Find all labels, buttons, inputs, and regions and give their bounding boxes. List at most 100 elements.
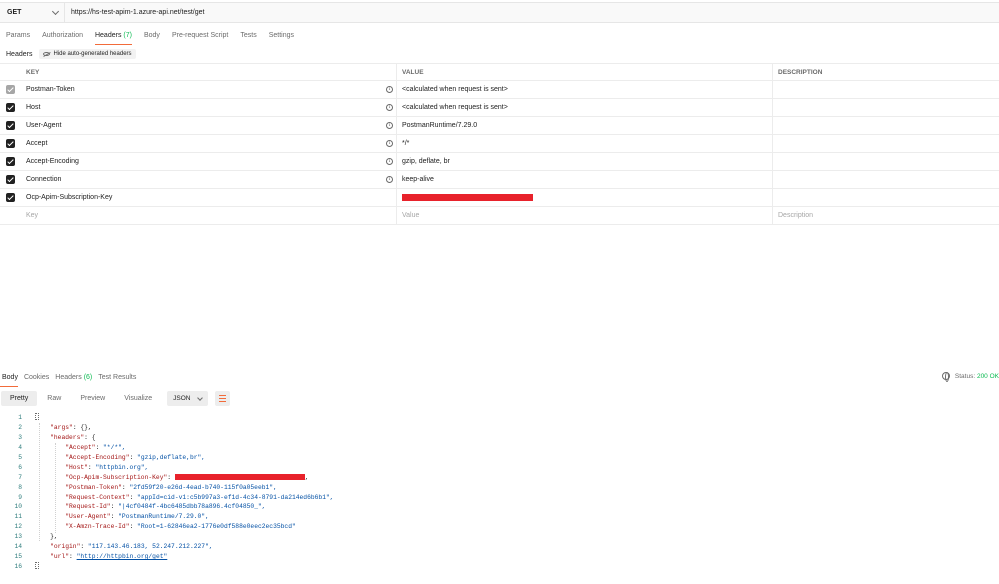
info-icon[interactable]: i — [386, 176, 393, 183]
response-tab-headers[interactable]: Headers (6) — [52, 370, 95, 385]
response-tab-body[interactable]: Body — [0, 370, 21, 387]
headers-table: KEY VALUE DESCRIPTION Postman-Token i <ca… — [0, 63, 999, 225]
value-cell[interactable]: keep-alive — [397, 171, 773, 188]
new-key-input[interactable]: Key — [21, 207, 397, 224]
hide-auto-headers-button[interactable]: Hide auto-generated headers — [39, 49, 136, 59]
value-cell[interactable]: <calculated when request is sent> — [397, 81, 773, 98]
value-text: gzip, deflate, br — [402, 158, 450, 165]
tab-authorization[interactable]: Authorization — [36, 29, 89, 43]
code-line: 11 "User-Agent": "PostmanRuntime/7.29.0"… — [0, 512, 999, 522]
key-text: User-Agent — [26, 122, 62, 129]
code-line: 6 "Host": "httpbin.org", — [0, 462, 999, 472]
value-cell[interactable]: <calculated when request is sent> — [397, 99, 773, 116]
row-checkbox[interactable] — [6, 193, 15, 202]
response-tab-cookies[interactable]: Cookies — [21, 370, 52, 385]
redacted-value — [174, 474, 305, 481]
value-cell[interactable] — [397, 189, 773, 206]
description-cell[interactable] — [773, 189, 999, 206]
tab-params[interactable]: Params — [0, 29, 36, 43]
info-icon[interactable]: i — [386, 140, 393, 147]
description-cell[interactable] — [773, 81, 999, 98]
info-icon[interactable]: i — [386, 122, 393, 129]
view-raw-button[interactable]: Raw — [38, 391, 70, 406]
info-icon[interactable]: i — [386, 86, 393, 93]
globe-icon[interactable] — [941, 372, 950, 382]
info-icon[interactable]: i — [386, 104, 393, 111]
json-close: }, — [50, 533, 58, 541]
description-cell[interactable] — [773, 171, 999, 188]
row-checkbox[interactable] — [6, 175, 15, 184]
key-cell[interactable]: Accept-Encoding i — [21, 153, 397, 170]
description-cell[interactable] — [773, 99, 999, 116]
wrap-lines-icon[interactable] — [215, 391, 231, 406]
view-preview-button[interactable]: Preview — [71, 391, 114, 406]
view-visualize-button[interactable]: Visualize — [115, 391, 161, 406]
view-pretty-button[interactable]: Pretty — [1, 391, 38, 406]
value-text: PostmanRuntime/7.29.0 — [402, 122, 478, 129]
format-select[interactable]: JSON — [167, 391, 209, 406]
code-text: "X-Amzn-Trace-Id": "Root=1-62846ea2-1776… — [22, 523, 296, 530]
eye-off-icon — [43, 52, 51, 56]
line-number: 13 — [14, 533, 22, 541]
key-cell[interactable]: Ocp-Apim-Subscription-Key — [21, 189, 397, 206]
json-value: "appId=cid-v1:c5b997a3-ef1d-4c34-8791-da… — [137, 493, 334, 501]
tab-pre-request-script[interactable]: Pre-request Script — [166, 29, 234, 43]
json-key: "X-Amzn-Trace-Id" — [65, 523, 130, 531]
tab-settings[interactable]: Settings — [263, 29, 300, 43]
json-key: "args" — [50, 424, 73, 432]
response-tab-test-results[interactable]: Test Results — [95, 370, 139, 385]
fold-brace-icon[interactable] — [35, 413, 39, 421]
json-key: "headers" — [50, 434, 85, 442]
row-checkbox[interactable] — [6, 157, 15, 166]
method-select[interactable]: GET — [0, 3, 65, 22]
new-value-input[interactable]: Value — [397, 207, 773, 224]
json-value: "*/*", — [103, 444, 126, 452]
key-text: Connection — [26, 176, 62, 183]
line-number: 1 — [18, 414, 22, 422]
key-text: Postman-Token — [26, 86, 75, 93]
description-cell[interactable] — [773, 135, 999, 152]
key-cell[interactable]: Connection i — [21, 171, 397, 188]
info-icon[interactable]: i — [386, 158, 393, 165]
value-cell[interactable]: gzip, deflate, br — [397, 153, 773, 170]
new-description-placeholder: Description — [778, 212, 814, 219]
status-label-text: Status: — [954, 372, 976, 380]
column-header-value: VALUE — [397, 64, 773, 80]
table-header-row: KEY VALUE DESCRIPTION — [0, 63, 999, 81]
row-checkbox[interactable] — [6, 121, 15, 130]
tab-label: Params — [6, 32, 31, 39]
description-cell[interactable] — [773, 153, 999, 170]
line-number: 11 — [14, 513, 22, 521]
response-body-code[interactable]: 1 2 "args": {}, 3 "headers": { 4 "Accept… — [0, 413, 999, 571]
new-description-input[interactable]: Description — [773, 207, 999, 224]
key-cell[interactable]: User-Agent i — [21, 117, 397, 134]
json-value: "117.143.46.183, 52.247.212.227", — [87, 543, 213, 551]
json-value: "2fd59f20-e26d-4ead-b740-115f0a05eeb1", — [129, 483, 277, 491]
row-checkbox[interactable] — [6, 139, 15, 148]
row-checkbox-cell — [0, 117, 21, 134]
url-input[interactable]: https://hs-test-apim-1.azure-api.net/tes… — [65, 3, 999, 22]
description-cell[interactable] — [773, 117, 999, 134]
tab-body[interactable]: Body — [138, 29, 166, 43]
response-status: Status: 200 OK — [941, 372, 999, 382]
check-header-cell — [0, 64, 21, 80]
json-value: "gzip,deflate,br", — [137, 454, 206, 461]
json-link[interactable]: "http://httpbin.org/get" — [77, 553, 168, 560]
value-text: <calculated when request is sent> — [402, 86, 508, 93]
json-value: "httpbin.org", — [95, 463, 149, 471]
tab-count: (7) — [123, 32, 132, 39]
redacted-value — [402, 194, 533, 201]
fold-brace-icon[interactable] — [35, 561, 39, 569]
key-cell[interactable]: Postman-Token i — [21, 81, 397, 98]
value-cell[interactable]: PostmanRuntime/7.29.0 — [397, 117, 773, 134]
row-checkbox[interactable] — [6, 85, 15, 94]
key-cell[interactable]: Host i — [21, 99, 397, 116]
tab-label: Body — [2, 374, 18, 381]
tab-headers[interactable]: Headers (7) — [89, 29, 138, 45]
json-value: {}, — [80, 424, 92, 432]
value-cell[interactable]: */* — [397, 135, 773, 152]
tab-tests[interactable]: Tests — [234, 29, 262, 43]
row-checkbox[interactable] — [6, 103, 15, 112]
new-value-placeholder: Value — [402, 212, 420, 219]
key-cell[interactable]: Accept i — [21, 135, 397, 152]
